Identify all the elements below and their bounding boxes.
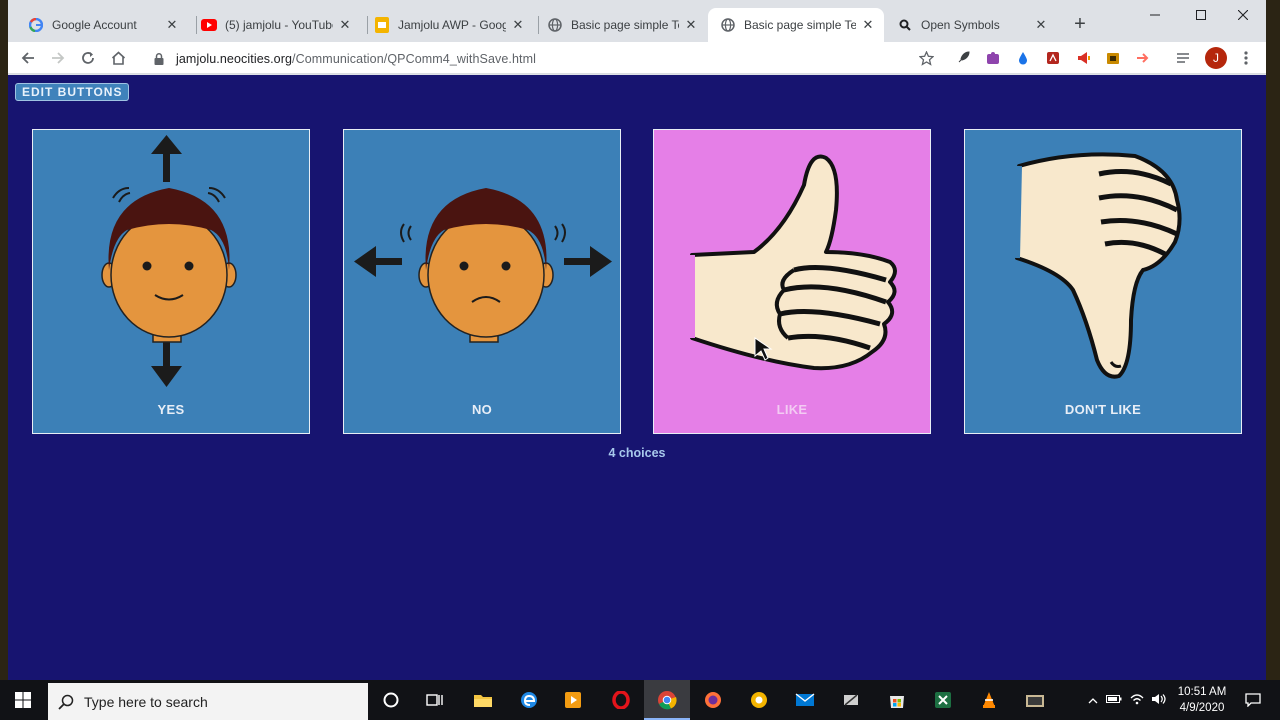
- close-icon[interactable]: ✕: [1033, 17, 1049, 33]
- nodding-head-icon: [101, 135, 237, 387]
- no-card[interactable]: NO: [343, 129, 621, 434]
- card-label: DON'T LIKE: [1064, 402, 1142, 417]
- minimize-button[interactable]: [1132, 0, 1178, 30]
- chevron-up-icon[interactable]: [1084, 693, 1102, 707]
- tab-title: Basic page simple Text: [571, 18, 679, 32]
- notification-icon[interactable]: [1238, 686, 1268, 714]
- rocket-extension-icon[interactable]: [953, 48, 973, 68]
- yes-card[interactable]: YES: [32, 129, 310, 434]
- tab-basic-page[interactable]: Basic page simple Text ✕: [535, 8, 707, 42]
- search-icon: [897, 17, 913, 33]
- close-icon[interactable]: ✕: [337, 17, 353, 33]
- url-text: jamjolu.neocities.org/Communication/QPCo…: [176, 52, 536, 66]
- choices-count: 4 choices: [608, 446, 666, 460]
- edge-icon[interactable]: [514, 686, 544, 714]
- puzzle-extension-icon[interactable]: [983, 48, 1003, 68]
- battery-icon[interactable]: [1102, 693, 1126, 707]
- taskbar-search-box[interactable]: Type here to search: [48, 683, 368, 720]
- youtube-icon: [201, 17, 217, 33]
- vlc-icon[interactable]: [974, 686, 1004, 714]
- mail-icon[interactable]: [790, 686, 820, 714]
- chrome-icon[interactable]: [652, 686, 682, 714]
- search-placeholder: Type here to search: [84, 693, 208, 710]
- menu-dots-icon[interactable]: [1236, 48, 1256, 68]
- excel-icon[interactable]: [928, 686, 958, 714]
- tab-open-symbols[interactable]: Open Symbols ✕: [885, 8, 1057, 42]
- store-icon[interactable]: [882, 686, 912, 714]
- google-icon: [28, 17, 44, 33]
- close-icon[interactable]: ✕: [860, 17, 876, 33]
- taskbar-clock[interactable]: 10:51 AM 4/9/2020: [1172, 684, 1232, 716]
- desktop-edge: [1266, 0, 1280, 680]
- close-icon[interactable]: ✕: [683, 17, 699, 33]
- clock-time: 10:51 AM: [1177, 686, 1227, 698]
- card-label: NO: [471, 402, 493, 417]
- tab-google-account[interactable]: Google Account ✕: [16, 8, 188, 42]
- like-card[interactable]: LIKE: [653, 129, 931, 434]
- tab-strip: Google Account ✕ (5) jamjolu - YouTube ✕…: [8, 0, 1266, 42]
- clock-date: 4/9/2020: [1179, 702, 1225, 714]
- megaphone-extension-icon[interactable]: [1073, 48, 1093, 68]
- tab-title: (5) jamjolu - YouTube: [225, 18, 333, 32]
- thumbs-down-icon: [1014, 152, 1182, 379]
- maximize-button[interactable]: [1178, 0, 1224, 30]
- opera-icon[interactable]: [606, 686, 636, 714]
- volume-icon[interactable]: [1148, 693, 1170, 708]
- card-label: YES: [157, 402, 185, 417]
- url-host: jamjolu.neocities.org: [176, 51, 293, 66]
- browser-window: Google Account ✕ (5) jamjolu - YouTube ✕…: [8, 0, 1266, 680]
- close-icon[interactable]: ✕: [164, 17, 180, 33]
- tab-title: Google Account: [52, 18, 137, 32]
- tab-title: Basic page simple Text: [744, 18, 856, 32]
- windows-taskbar: Type here to search 10:51 AM 4/9/2020: [0, 680, 1280, 720]
- media-player-icon[interactable]: [558, 686, 588, 714]
- search-icon: [58, 694, 74, 710]
- system-tray: [1084, 680, 1170, 720]
- forward-button[interactable]: [46, 46, 70, 70]
- chrome-canary-icon[interactable]: [744, 686, 774, 714]
- tab-basic-page-active[interactable]: Basic page simple Text ✕: [708, 8, 884, 42]
- box-extension-icon[interactable]: [1103, 48, 1123, 68]
- lock-icon: [152, 52, 166, 65]
- task-view-icon[interactable]: [420, 686, 450, 714]
- globe-icon: [720, 17, 736, 33]
- firefox-icon[interactable]: [698, 686, 728, 714]
- dont-like-card[interactable]: DON'T LIKE: [964, 129, 1242, 434]
- address-bar[interactable]: jamjolu.neocities.org/Communication/QPCo…: [142, 45, 942, 72]
- tab-youtube[interactable]: (5) jamjolu - YouTube ✕: [189, 8, 361, 42]
- bookmark-star-icon[interactable]: [916, 48, 936, 68]
- tab-title: Jamjolu AWP - Google Slides: [398, 18, 506, 32]
- card-label: LIKE: [776, 402, 808, 417]
- close-window-button[interactable]: [1220, 0, 1266, 30]
- tab-title: Open Symbols: [921, 18, 1000, 32]
- pdf-extension-icon[interactable]: [1043, 48, 1063, 68]
- snipping-tool-icon[interactable]: [836, 686, 866, 714]
- shaking-head-icon: [354, 188, 612, 343]
- wifi-icon[interactable]: [1126, 693, 1148, 708]
- browser-toolbar: jamjolu.neocities.org/Communication/QPCo…: [8, 42, 1266, 74]
- globe-icon: [547, 17, 563, 33]
- cinema-app-icon[interactable]: [1020, 686, 1050, 714]
- profile-avatar[interactable]: J: [1205, 47, 1227, 69]
- arrow-extension-icon[interactable]: [1133, 48, 1153, 68]
- file-explorer-icon[interactable]: [468, 686, 498, 714]
- close-icon[interactable]: ✕: [510, 17, 526, 33]
- reload-button[interactable]: [76, 46, 100, 70]
- home-button[interactable]: [106, 46, 130, 70]
- cortana-icon[interactable]: [376, 686, 406, 714]
- new-tab-button[interactable]: +: [1068, 12, 1092, 36]
- edit-buttons-button[interactable]: EDIT BUTTONS: [15, 83, 130, 101]
- drop-extension-icon[interactable]: [1013, 48, 1033, 68]
- back-button[interactable]: [16, 46, 40, 70]
- desktop-edge: [0, 0, 8, 680]
- windows-start-button[interactable]: [0, 680, 46, 720]
- thumbs-up-icon: [689, 154, 897, 371]
- slides-icon: [374, 17, 390, 33]
- url-path: /Communication/QPComm4_withSave.html: [292, 51, 537, 66]
- page-content: EDIT BUTTONS YES NO LIKE DON'T LIKE 4 ch…: [8, 75, 1266, 680]
- tab-google-slides[interactable]: Jamjolu AWP - Google Slides ✕: [362, 8, 534, 42]
- reading-list-icon[interactable]: [1173, 48, 1193, 68]
- windows-logo-icon: [15, 692, 31, 708]
